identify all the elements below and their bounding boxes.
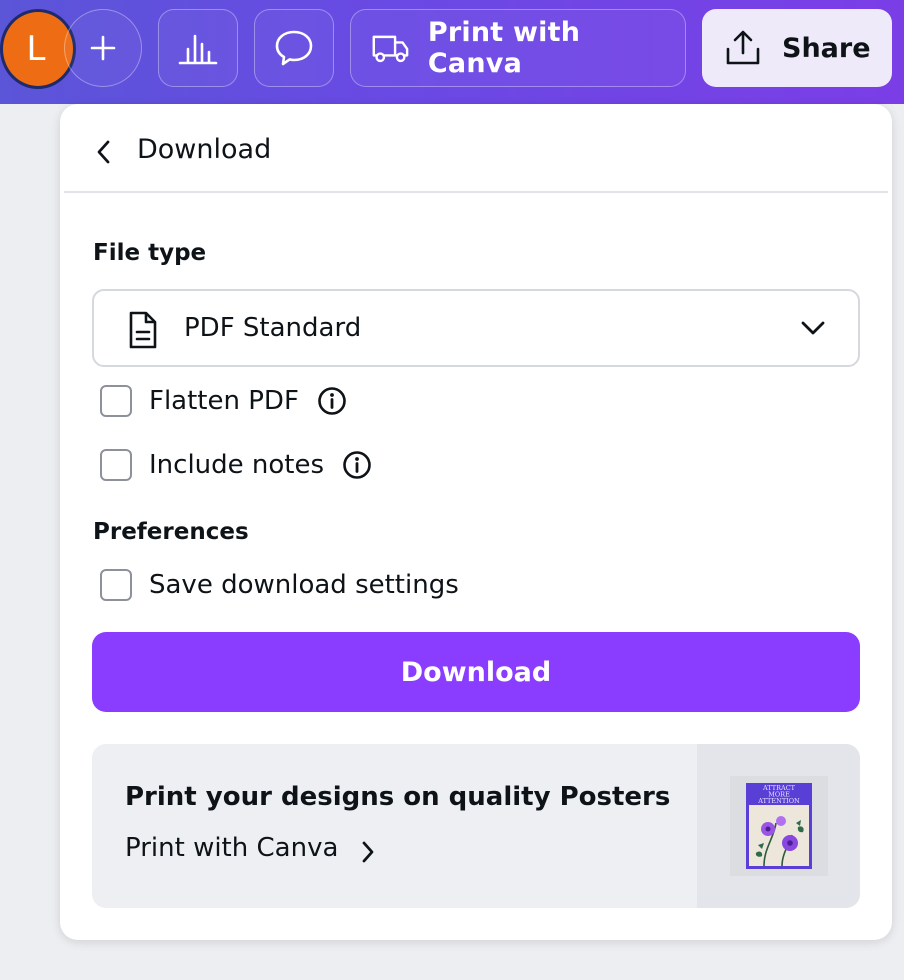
document-icon	[129, 311, 157, 349]
chevron-right-icon	[362, 841, 374, 863]
panel-header: Download	[64, 104, 888, 193]
include-notes-checkbox[interactable]	[100, 449, 132, 481]
promo-title: Print your designs on quality Posters	[125, 782, 671, 812]
chevron-down-icon	[801, 321, 825, 335]
poster-image: ATTRACT MORE ATTENTION	[730, 776, 828, 876]
download-button[interactable]: Download	[92, 632, 860, 712]
avatar-initial: L	[26, 29, 46, 69]
info-icon[interactable]	[342, 450, 372, 480]
share-label: Share	[782, 32, 871, 64]
download-panel: Download File type PDF Standard Flatten …	[60, 104, 892, 940]
plus-icon	[90, 35, 116, 61]
file-type-label: File type	[93, 240, 207, 266]
save-settings-label: Save download settings	[149, 570, 459, 600]
panel-title: Download	[137, 134, 272, 165]
save-settings-checkbox[interactable]	[100, 569, 132, 601]
info-icon[interactable]	[317, 386, 347, 416]
add-button[interactable]	[64, 9, 142, 87]
print-with-canva-label: Print with Canva	[427, 17, 581, 79]
truck-icon	[372, 35, 409, 63]
comments-button[interactable]	[254, 9, 334, 87]
flatten-pdf-option[interactable]: Flatten PDF	[100, 385, 347, 417]
flatten-pdf-checkbox[interactable]	[100, 385, 132, 417]
file-type-select[interactable]: PDF Standard	[92, 289, 860, 367]
print-with-canva-button[interactable]: Print with Canva	[350, 9, 686, 87]
comment-icon	[275, 30, 313, 66]
file-type-value: PDF Standard	[184, 313, 362, 343]
insights-button[interactable]	[158, 9, 238, 87]
include-notes-option[interactable]: Include notes	[100, 449, 372, 481]
poster-thumbnail: ATTRACT MORE ATTENTION	[697, 744, 860, 908]
top-toolbar: L Print with Canva Share	[0, 0, 904, 104]
poster-line-3: ATTENTION	[757, 797, 800, 805]
flatten-pdf-label: Flatten PDF	[149, 386, 299, 416]
save-settings-option[interactable]: Save download settings	[100, 569, 459, 601]
share-upload-icon	[726, 30, 760, 65]
promo-link[interactable]: Print with Canva	[125, 832, 376, 864]
share-button[interactable]: Share	[702, 9, 892, 87]
back-button[interactable]	[94, 137, 118, 167]
preferences-label: Preferences	[93, 519, 249, 545]
bar-chart-icon	[178, 34, 218, 65]
print-promo-card[interactable]: Print your designs on quality Posters Pr…	[92, 744, 860, 908]
promo-link-label: Print with Canva	[125, 833, 339, 863]
include-notes-label: Include notes	[149, 450, 325, 480]
chevron-left-icon	[97, 140, 110, 164]
